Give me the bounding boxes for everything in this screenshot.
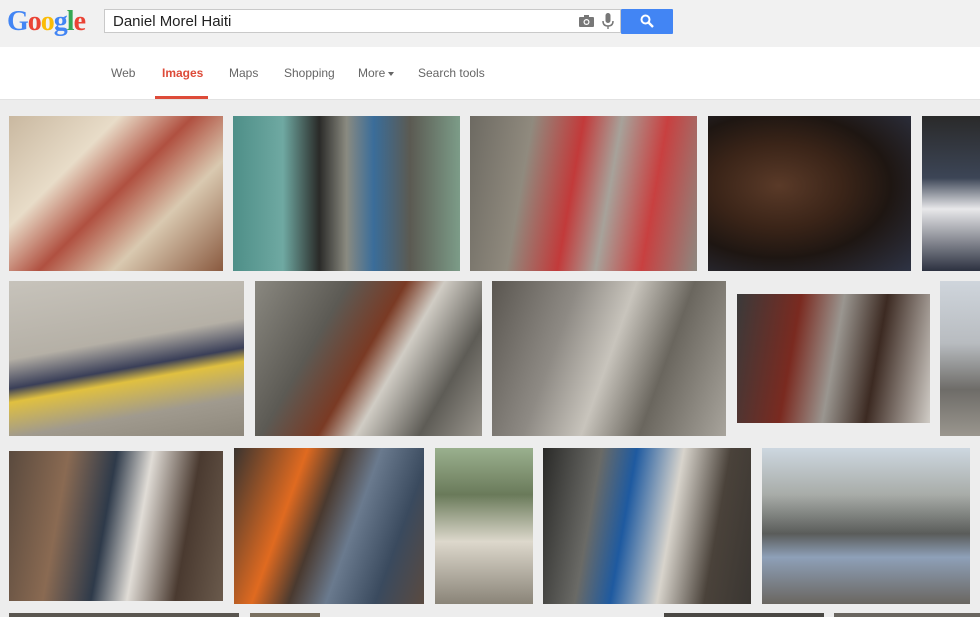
microphone-icon[interactable] [602, 13, 614, 30]
search-box[interactable]: Daniel Morel Haiti [104, 9, 621, 33]
image-result[interactable] [834, 613, 980, 617]
logo-letter: G [7, 6, 29, 37]
image-result[interactable] [234, 448, 424, 604]
tab-shopping[interactable]: Shopping [284, 66, 335, 80]
google-logo[interactable]: Google [7, 6, 86, 38]
search-input[interactable]: Daniel Morel Haiti [113, 13, 231, 30]
logo-letter: o [40, 6, 55, 37]
logo-letter: g [53, 6, 68, 37]
tab-more[interactable]: More [358, 66, 395, 80]
image-result[interactable] [708, 116, 911, 271]
top-bar: Google Daniel Morel Haiti [0, 0, 980, 47]
tab-more-label: More [358, 66, 386, 80]
image-result[interactable] [922, 116, 980, 271]
image-result[interactable] [543, 448, 751, 604]
tab-web[interactable]: Web [111, 66, 135, 80]
logo-letter: o [27, 6, 42, 37]
image-result[interactable] [664, 613, 824, 617]
image-result[interactable] [492, 281, 726, 436]
tab-search-tools[interactable]: Search tools [418, 66, 485, 80]
search-icon [640, 14, 654, 28]
tab-images[interactable]: Images [162, 66, 203, 80]
image-result[interactable] [435, 448, 533, 604]
image-result[interactable] [470, 116, 697, 271]
search-tabs: Web Images Maps Shopping More Search too… [0, 47, 980, 100]
image-result[interactable] [762, 448, 970, 604]
image-result[interactable] [9, 116, 223, 271]
active-tab-indicator [155, 96, 208, 99]
image-result[interactable] [250, 613, 320, 617]
logo-letter: l [66, 6, 75, 37]
image-result[interactable] [233, 116, 460, 271]
image-result[interactable] [9, 613, 239, 617]
image-result[interactable] [737, 294, 930, 423]
chevron-down-icon [388, 71, 395, 76]
logo-letter: e [73, 6, 86, 37]
tab-maps[interactable]: Maps [229, 66, 258, 80]
image-result[interactable] [9, 451, 223, 601]
image-result[interactable] [940, 281, 980, 436]
image-result[interactable] [255, 281, 482, 436]
image-result[interactable] [9, 281, 244, 436]
search-button[interactable] [621, 9, 673, 34]
camera-icon[interactable] [579, 15, 594, 27]
